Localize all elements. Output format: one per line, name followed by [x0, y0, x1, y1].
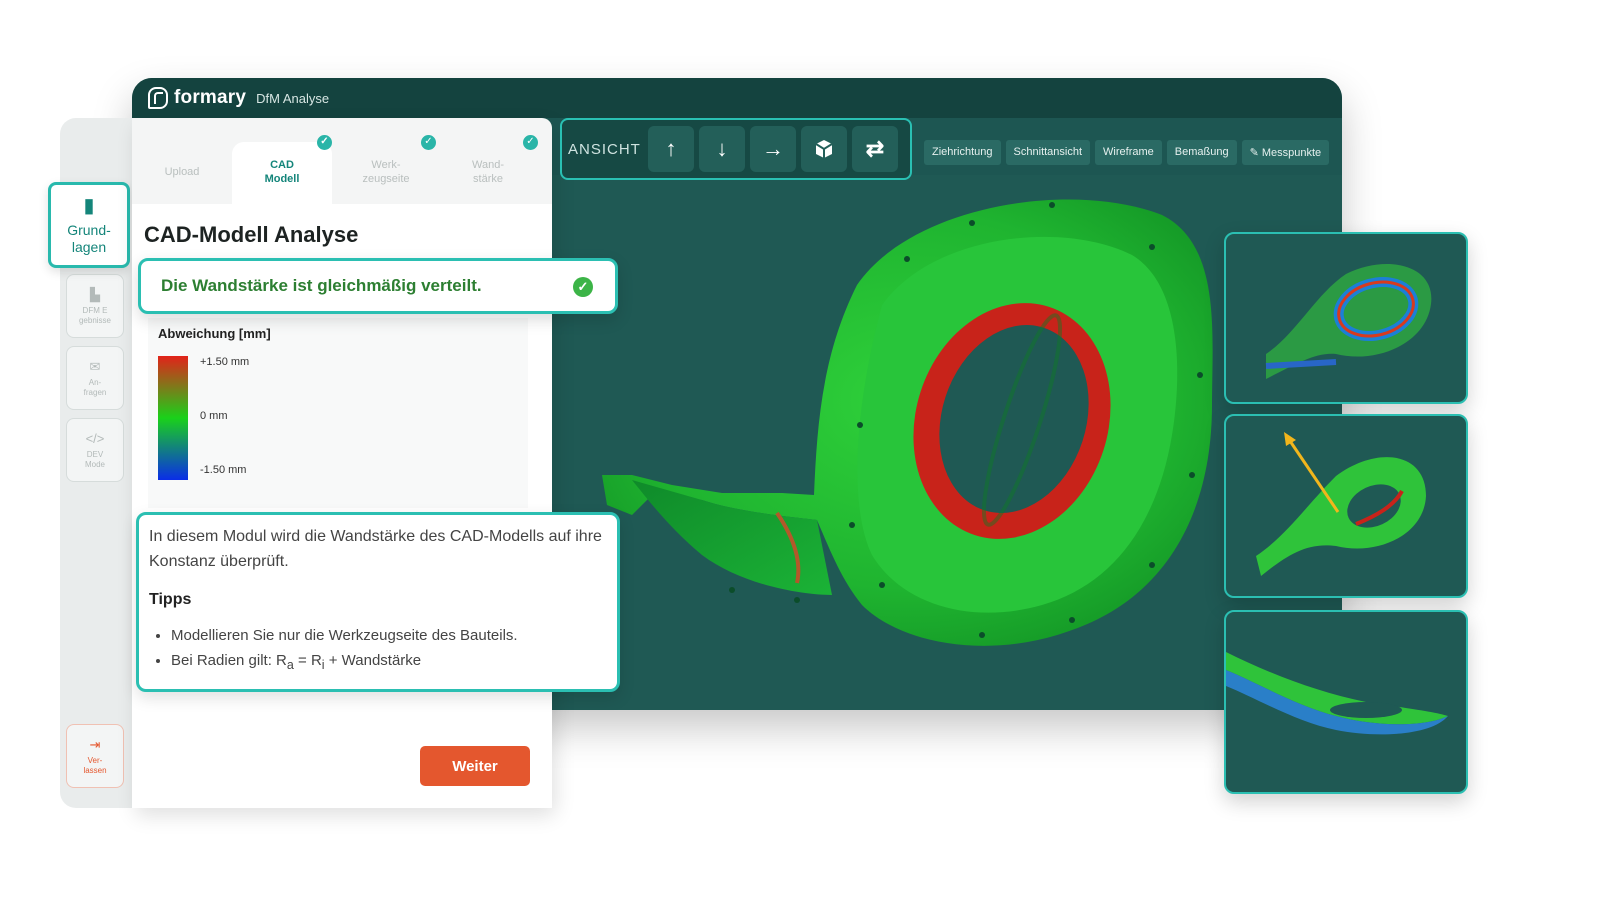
sidebar-item-dfm-ergebnisse[interactable]: ▙ DFM E gebnisse: [66, 274, 124, 338]
sidebar-item-label: DFM E gebnisse: [78, 306, 112, 325]
tab-wandstaerke[interactable]: Wand- stärke ✓: [438, 135, 538, 204]
status-alert: Die Wandstärke ist gleichmäßig verteilt.…: [138, 258, 618, 314]
legend-min: -1.50 mm: [200, 464, 247, 476]
tab-label: Wand- stärke: [472, 159, 504, 185]
tips-list: Modellieren Sie nur die Werkzeugseite de…: [149, 623, 607, 677]
view-iso-button[interactable]: [801, 126, 847, 172]
info-description: In diesem Modul wird die Wandstärke des …: [149, 528, 602, 570]
sidebar-item-grundlagen[interactable]: ▮ Grund- lagen: [48, 182, 130, 268]
sidebar-item-label: DEV Mode: [84, 450, 105, 469]
check-circle-icon: ✓: [573, 277, 593, 297]
code-icon: </>: [85, 430, 105, 446]
sidebar-exit-button[interactable]: ⇥ Ver- lassen: [66, 724, 124, 788]
check-icon: ✓: [317, 135, 332, 150]
check-icon: ✓: [421, 135, 436, 150]
legend-color-scale: [158, 356, 188, 480]
tab-label: Upload: [164, 166, 200, 179]
thumbnail-render-draw-direction: [1256, 432, 1426, 576]
chip-schnittansicht[interactable]: Schnittansicht: [1005, 140, 1091, 165]
thumbnail-render-deviation: [1265, 264, 1432, 379]
chip-wireframe[interactable]: Wireframe: [1095, 140, 1162, 165]
tab-label: Werk- zeugseite: [362, 159, 410, 185]
deviation-legend: Abweichung [mm] +1.50 mm 0 mm -1.50 mm: [148, 318, 528, 508]
tab-upload[interactable]: Upload: [132, 142, 232, 204]
legend-max: +1.50 mm: [200, 356, 250, 368]
left-sidebar: ▮ Grund- lagen ▙ DFM E gebnisse ✉ An- fr…: [48, 118, 132, 808]
view-toolbar: ANSICHT ↑ ↓ → ⇄: [560, 118, 912, 180]
next-button[interactable]: Weiter: [420, 746, 530, 786]
brand-name: formary: [174, 87, 247, 108]
chip-messpunkte[interactable]: ✎ Messpunkte: [1241, 140, 1330, 165]
arrow-right-icon: →: [762, 136, 784, 161]
swap-icon: ⇄: [865, 136, 885, 161]
formary-logo-icon: [148, 87, 168, 109]
pencil-icon: ✎: [1249, 147, 1262, 159]
cube-icon: [815, 140, 833, 158]
sidebar-item-label: An- fragen: [83, 378, 107, 397]
tab-cad-modell[interactable]: CAD Modell ✓: [232, 135, 332, 204]
chip-bemassung[interactable]: Bemaßung: [1166, 140, 1237, 165]
arrow-down-icon: ↓: [716, 136, 728, 161]
view-swap-button[interactable]: ⇄: [852, 126, 898, 172]
check-icon: ✓: [523, 135, 538, 150]
arrow-up-icon: ↑: [665, 136, 677, 161]
draw-direction-arrow-icon: [1284, 432, 1296, 446]
tip-item: Bei Radien gilt: Ra = Ri + Wandstärke: [171, 648, 607, 676]
app-subtitle: DfM Analyse: [256, 90, 330, 106]
legend-mid: 0 mm: [200, 410, 228, 422]
chart-icon: ▙: [90, 286, 100, 302]
view-thumbnail-1[interactable]: [1224, 232, 1468, 404]
tip-item: Modellieren Sie nur die Werkzeugseite de…: [171, 623, 607, 649]
view-toolbar-label: ANSICHT: [568, 140, 641, 158]
sidebar-item-label: Grund- lagen: [67, 222, 111, 255]
info-box: In diesem Modul wird die Wandstärke des …: [136, 512, 620, 692]
view-up-button[interactable]: ↑: [648, 126, 694, 172]
sidebar-item-dev-mode[interactable]: </> DEV Mode: [66, 418, 124, 482]
step-tabs: Upload CAD Modell ✓ Werk- zeugseite ✓ Wa…: [132, 118, 552, 204]
document-upload-icon: ▮: [83, 195, 95, 218]
sidebar-exit-label: Ver- lassen: [83, 756, 107, 775]
sidebar-item-anfragen[interactable]: ✉ An- fragen: [66, 346, 124, 410]
tab-label: CAD Modell: [264, 159, 300, 185]
screenshot-stage: formary DfM Analyse ANSICHT ↑ ↓ → ⇄ Zieh…: [0, 0, 1600, 900]
view-thumbnail-3[interactable]: [1224, 610, 1468, 794]
viewer-options: Ziehrichtung Schnittansicht Wireframe Be…: [924, 140, 1330, 165]
thumbnail-render-side-view: [1226, 652, 1448, 735]
chip-ziehrichtung[interactable]: Ziehrichtung: [924, 140, 1001, 165]
mail-icon: ✉: [89, 358, 101, 374]
chip-messpunkte-label: Messpunkte: [1261, 147, 1322, 159]
tips-heading: Tipps: [149, 590, 192, 608]
view-right-button[interactable]: →: [750, 126, 796, 172]
view-down-button[interactable]: ↓: [699, 126, 745, 172]
app-header: formary DfM Analyse: [132, 78, 1342, 118]
page-title: CAD-Modell Analyse: [144, 222, 359, 247]
legend-title: Abweichung [mm]: [158, 326, 271, 341]
tab-werkzeugseite[interactable]: Werk- zeugseite ✓: [336, 135, 436, 204]
status-alert-text: Die Wandstärke ist gleichmäßig verteilt.: [161, 276, 482, 295]
logout-icon: ⇥: [89, 736, 101, 752]
view-thumbnail-2[interactable]: [1224, 414, 1468, 598]
